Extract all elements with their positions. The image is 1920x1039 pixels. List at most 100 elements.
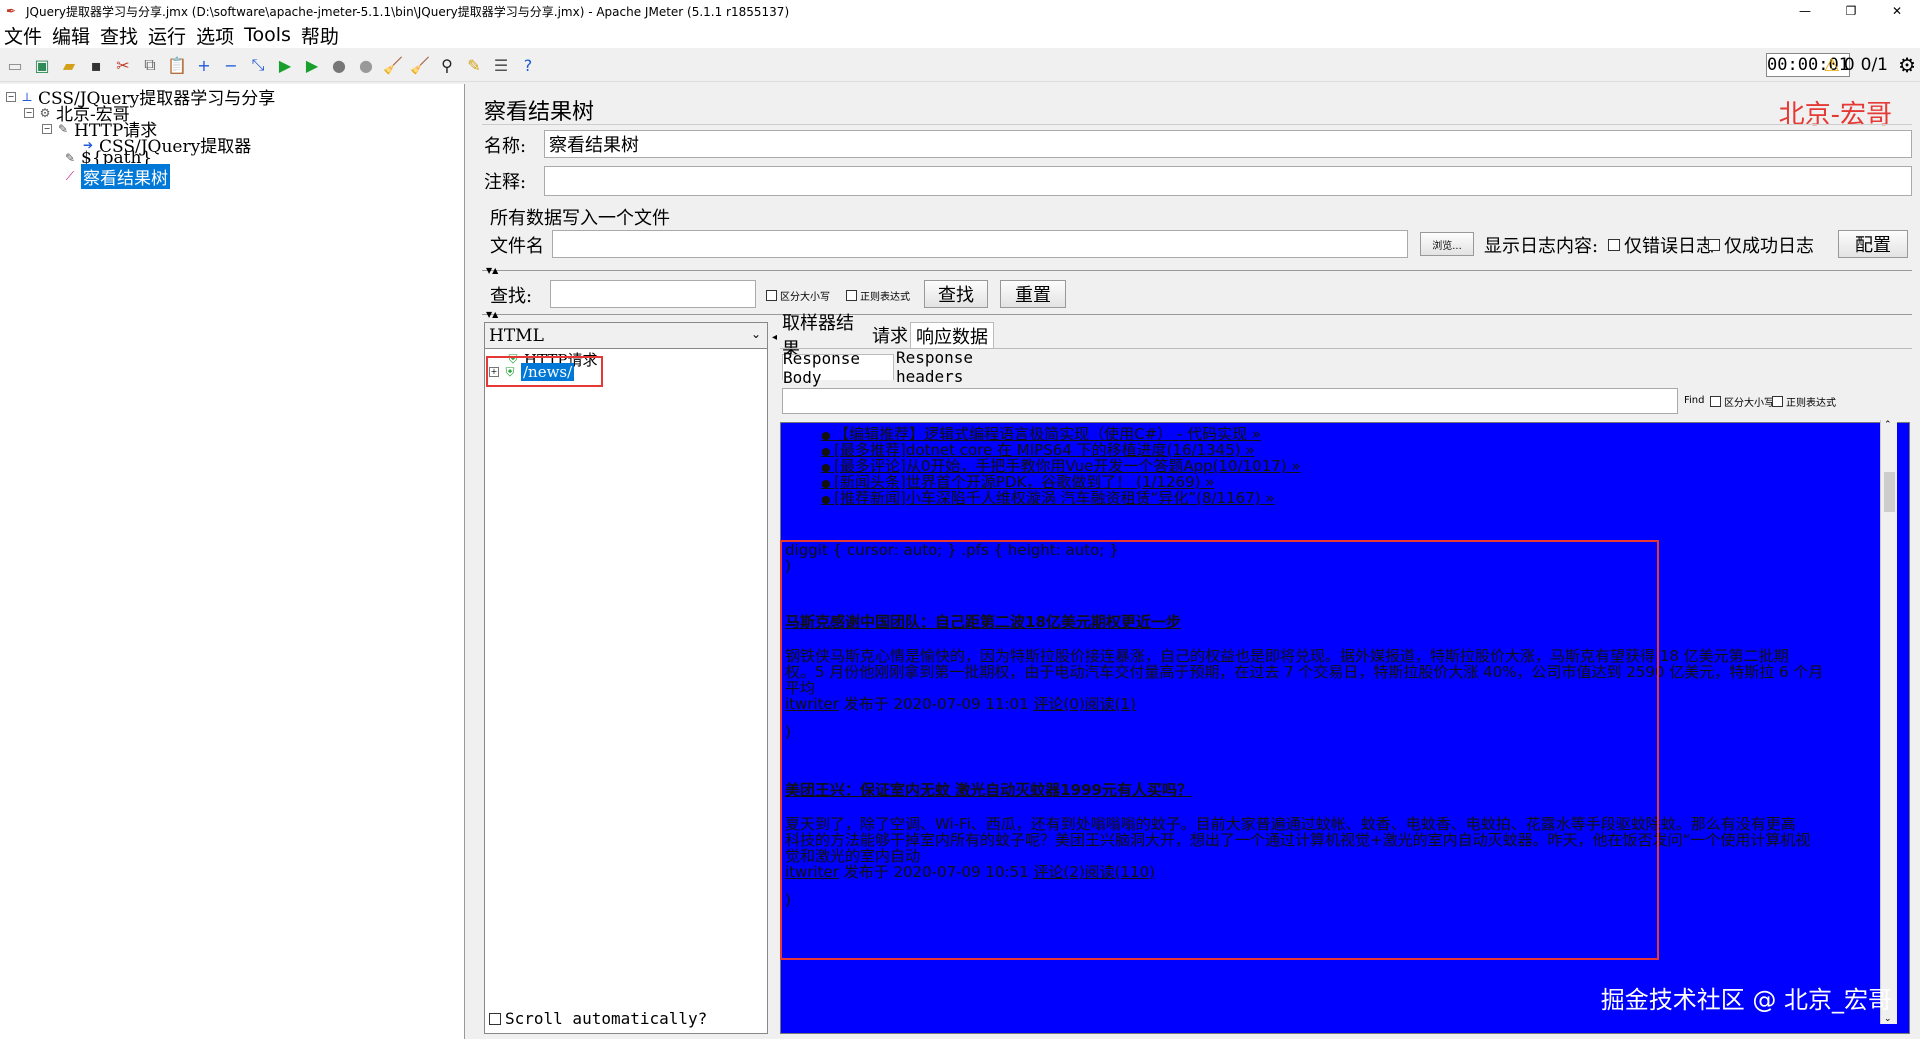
copy-icon[interactable]: ⧉: [139, 54, 161, 76]
menu-bar: 文件 编辑 查找 运行 选项 Tools 帮助: [0, 22, 1920, 48]
checkbox-box[interactable]: [489, 1012, 501, 1025]
tab-response-data[interactable]: 响应数据: [910, 322, 994, 348]
case-sensitive-checkbox[interactable]: 区分大小写: [766, 288, 830, 303]
expand-icon[interactable]: +: [193, 54, 215, 76]
reset-button[interactable]: 重置: [1000, 280, 1066, 308]
window-controls: — ❐ ✕: [1782, 0, 1920, 22]
collapse-toggle-icon[interactable]: −: [24, 107, 34, 118]
collapse-toggle-icon[interactable]: −: [6, 91, 16, 102]
response-regex-checkbox[interactable]: 正则表达式: [1772, 394, 1836, 409]
name-label: 名称:: [484, 136, 527, 157]
splitter-arrow-icon[interactable]: ▼▲: [486, 266, 498, 275]
tree-node-view-results-tree[interactable]: ⟋ 察看结果树: [62, 164, 170, 189]
checkbox-box[interactable]: [1710, 396, 1721, 407]
menu-options[interactable]: 选项: [196, 22, 234, 49]
tab-sampler-result[interactable]: 取样器结果: [782, 313, 868, 360]
write-all-data-label: 所有数据写入一个文件: [490, 208, 670, 229]
collapse-icon[interactable]: −: [220, 54, 242, 76]
chevron-down-icon[interactable]: ⌄: [751, 327, 761, 341]
response-find-input[interactable]: [782, 388, 1678, 414]
checkbox-box[interactable]: [846, 290, 857, 301]
footer-watermark: 掘金技术社区 @ 北京_宏哥: [1600, 986, 1892, 1014]
panel-title: 察看结果树: [484, 100, 595, 125]
menu-run[interactable]: 运行: [148, 22, 186, 49]
comment-label: 注释:: [484, 172, 527, 193]
help-icon[interactable]: ?: [517, 54, 539, 76]
comment-field[interactable]: [544, 166, 1912, 196]
thread-count: 0/1: [1860, 55, 1888, 75]
subtab-response-headers[interactable]: Response headers: [896, 348, 1036, 386]
filename-label: 文件名: [490, 236, 544, 257]
sampler-pen-icon: ✎: [64, 151, 76, 165]
renderer-select[interactable]: HTML ⌄: [485, 323, 767, 349]
browse-button[interactable]: 浏览...: [1420, 232, 1474, 256]
scroll-thumb[interactable]: [1884, 472, 1895, 512]
scroll-down-icon[interactable]: ⌄: [1884, 1014, 1892, 1024]
log-content-label: 显示日志内容:: [1484, 236, 1599, 257]
open-icon[interactable]: ▰: [58, 54, 80, 76]
listener-chart-icon: ⟋: [65, 169, 75, 183]
regex-checkbox[interactable]: 正则表达式: [846, 288, 910, 303]
scroll-automatically-checkbox[interactable]: Scroll automatically?: [489, 1009, 707, 1028]
templates-icon[interactable]: ▣: [31, 54, 53, 76]
window-title: JQuery提取器学习与分享.jmx (D:\software\apache-j…: [26, 4, 790, 19]
filename-field[interactable]: [552, 230, 1408, 258]
menu-search[interactable]: 查找: [100, 22, 138, 49]
subtab-response-body[interactable]: Response Body: [782, 349, 894, 387]
tab-request[interactable]: 请求: [872, 322, 908, 348]
response-scrollbar[interactable]: ⌃ ⌄: [1880, 420, 1897, 1024]
close-button[interactable]: ✕: [1874, 0, 1920, 22]
remote-status-icon: ⚙: [1898, 53, 1916, 77]
response-find-label: Find: [1684, 395, 1705, 406]
toolbar: ▭ ▣ ▰ ▪ ✂ ⧉ 📋 + − ⤡ ▶ ▶ ● ● 🧹 🧹 ⚲ ✎ ☰ ?: [0, 49, 1920, 82]
configure-button[interactable]: 配置: [1838, 230, 1908, 258]
minimize-button[interactable]: —: [1782, 0, 1828, 22]
splitter-arrow-icon[interactable]: ◂: [772, 332, 777, 343]
search-icon[interactable]: ⚲: [436, 54, 458, 76]
sampler-pen-icon: ✎: [57, 121, 69, 136]
checkbox-box[interactable]: [1772, 396, 1783, 407]
response-case-sensitive-checkbox[interactable]: 区分大小写: [1710, 394, 1774, 409]
menu-tools[interactable]: Tools: [244, 24, 291, 46]
highlight-box: [780, 540, 1659, 960]
status-counter: ⚠ 0 0/1: [1824, 53, 1888, 77]
name-field[interactable]: 察看结果树: [544, 130, 1912, 158]
collapse-toggle-icon[interactable]: −: [42, 123, 52, 134]
stop-icon[interactable]: ●: [328, 54, 350, 76]
menu-help[interactable]: 帮助: [301, 22, 339, 49]
shutdown-icon[interactable]: ●: [355, 54, 377, 76]
warning-icon[interactable]: ⚠: [1824, 55, 1840, 76]
clear-all-icon[interactable]: 🧹: [409, 54, 431, 76]
search-input[interactable]: [550, 280, 756, 308]
checkbox-box[interactable]: [1608, 239, 1620, 251]
scroll-up-icon[interactable]: ⌃: [1884, 420, 1892, 430]
maximize-button[interactable]: ❐: [1828, 0, 1874, 22]
menu-file[interactable]: 文件: [4, 22, 42, 49]
new-icon[interactable]: ▭: [4, 54, 26, 76]
function-helper-icon[interactable]: ☰: [490, 54, 512, 76]
warning-count: 0: [1843, 55, 1855, 75]
menu-edit[interactable]: 编辑: [52, 22, 90, 49]
list-item[interactable]: [推荐新闻]小车深陷千人维权漩涡 汽车融资租赁“异化”(8/1167) »: [821, 487, 1274, 508]
start-icon[interactable]: ▶: [274, 54, 296, 76]
success-only-checkbox[interactable]: 仅成功日志: [1708, 232, 1814, 258]
clear-icon[interactable]: 🧹: [382, 54, 404, 76]
paste-icon[interactable]: 📋: [166, 54, 188, 76]
search-label: 查找:: [490, 286, 533, 307]
start-no-pauses-icon[interactable]: ▶: [301, 54, 323, 76]
watermark-author: 北京-宏哥: [1778, 100, 1892, 130]
checkbox-box[interactable]: [766, 290, 777, 301]
reset-search-icon[interactable]: ✎: [463, 54, 485, 76]
cut-icon[interactable]: ✂: [112, 54, 134, 76]
test-plan-tree: − ⊥ CSS/JQuery提取器学习与分享 − ⚙ 北京-宏哥 − ✎ HTT…: [0, 84, 465, 1039]
checkbox-box[interactable]: [1708, 239, 1720, 251]
sample-results-tree: HTML ⌄ ⛨ HTTP请求 + ⛨ /news/ Scroll automa…: [484, 322, 768, 1034]
errors-only-checkbox[interactable]: 仅错误日志: [1608, 232, 1714, 258]
toggle-icon[interactable]: ⤡: [247, 54, 269, 76]
splitter-arrow-icon[interactable]: ▼▲: [486, 310, 498, 319]
title-bar: ✒ JQuery提取器学习与分享.jmx (D:\software\apache…: [0, 0, 1920, 22]
save-icon[interactable]: ▪: [85, 54, 107, 76]
highlight-box: [486, 356, 603, 387]
find-button[interactable]: 查找: [924, 280, 988, 308]
jmeter-feather-icon: ✒: [6, 4, 17, 18]
